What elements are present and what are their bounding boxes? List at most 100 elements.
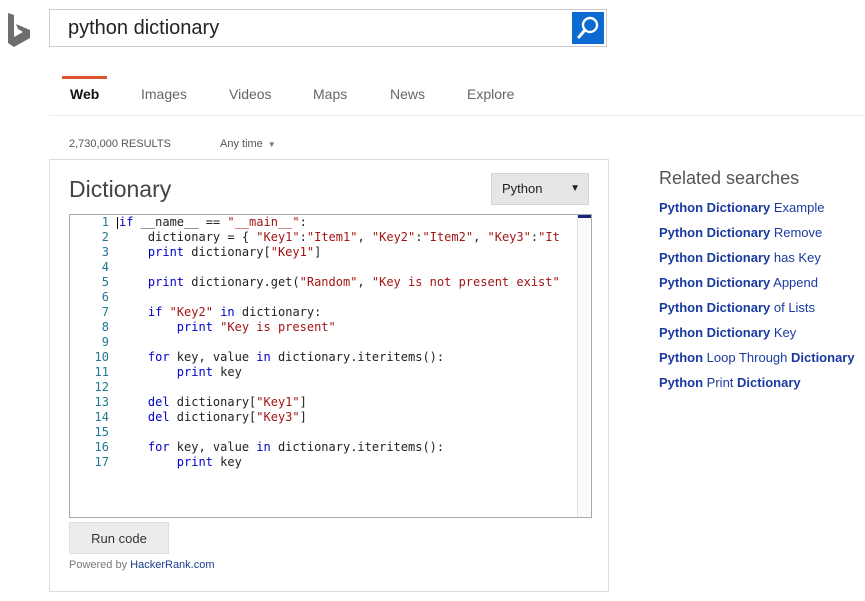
run-code-button[interactable]: Run code [69, 522, 169, 554]
related-searches: Related searches Python Dictionary Examp… [659, 168, 865, 399]
related-search-link[interactable]: Python Dictionary of Lists [659, 299, 865, 324]
code-text: key [212, 455, 242, 469]
line-number: 7 [101, 305, 109, 319]
card-title: Dictionary [69, 176, 172, 202]
tab-web[interactable]: Web [70, 86, 99, 102]
code-line: 6 [70, 290, 577, 305]
line-number: 14 [94, 410, 109, 424]
related-search-match: Python Dictionary [659, 275, 771, 290]
code-line: 13 del dictionary["Key1"] [70, 395, 577, 410]
code-text: dictionary: [234, 305, 322, 319]
line-number: 3 [101, 245, 109, 259]
code-text: , [357, 230, 372, 244]
code-editor[interactable]: 1 if __name__ == "__main__": 2 dictionary … [69, 214, 592, 518]
code-string: "Key1" [256, 230, 300, 244]
code-line: 10 for key, value in dictionary.iteritem… [70, 350, 577, 365]
code-text: dictionary.iteritems(): [270, 440, 445, 454]
tab-videos[interactable]: Videos [229, 86, 272, 102]
related-search-text: Example [770, 200, 825, 215]
time-filter-dropdown[interactable]: Any time ▼ [220, 138, 276, 150]
code-line: 12 [70, 380, 577, 395]
code-keyword: del [119, 395, 170, 409]
line-code: dictionary = { "Key1":"Item1", "Key2":"I… [119, 230, 560, 245]
powered-by-label: Powered by [69, 559, 131, 571]
related-search-link[interactable]: Python Dictionary Key [659, 324, 865, 349]
code-text: dictionary[ [169, 410, 257, 424]
powered-by: Powered by HackerRank.com [69, 559, 215, 571]
code-answer-card: Dictionary Python ▼ 1 if __name__ == "__m… [49, 159, 609, 592]
line-code: print key [119, 365, 242, 380]
related-search-match: Python [659, 350, 704, 365]
line-number: 6 [101, 290, 109, 304]
line-number: 1 [101, 215, 109, 229]
code-keyword: print [119, 275, 185, 289]
related-search-text: Print [703, 375, 738, 390]
code-keyword: if [119, 305, 163, 319]
tab-maps[interactable]: Maps [313, 86, 347, 102]
tab-images[interactable]: Images [141, 86, 187, 102]
line-number: 13 [94, 395, 109, 409]
code-text: __name__ == [133, 215, 228, 229]
code-string: "Key is present" [220, 320, 336, 334]
code-keyword: print [119, 365, 213, 379]
related-search-match: Python Dictionary [659, 250, 771, 265]
hackerrank-link[interactable]: HackerRank.com [130, 559, 214, 571]
line-number: 16 [94, 440, 109, 454]
related-search-text: Remove [770, 225, 823, 240]
code-text: dictionary.get( [184, 275, 300, 289]
line-code: print dictionary.get("Random", "Key is n… [119, 275, 560, 290]
related-search-match: Dictionary [791, 350, 855, 365]
code-line: 3 print dictionary["Key1"] [70, 245, 577, 260]
line-code: if "Key2" in dictionary: [119, 305, 321, 320]
line-number: 11 [94, 365, 109, 379]
related-search-match: Python Dictionary [659, 325, 771, 340]
code-line: 1 if __name__ == "__main__": [70, 215, 577, 230]
line-code: if __name__ == "__main__": [119, 215, 307, 230]
related-search-link[interactable]: Python Dictionary has Key [659, 249, 865, 274]
time-filter-label: Any time [220, 138, 263, 150]
result-count: 2,730,000 RESULTS [69, 138, 171, 150]
related-search-link[interactable]: Python Dictionary Append [659, 274, 865, 299]
search-box[interactable]: python dictionary [49, 9, 607, 47]
related-searches-title: Related searches [659, 168, 800, 188]
code-keyword: for [119, 350, 170, 364]
language-select[interactable]: Python ▼ [491, 173, 589, 205]
line-code: print key [119, 455, 242, 470]
code-line: 16 for key, value in dictionary.iteritem… [70, 440, 577, 455]
related-search-link[interactable]: Python Dictionary Example [659, 199, 865, 224]
code-string: "Item1" [306, 230, 358, 244]
line-number: 5 [101, 275, 109, 289]
related-searches-list: Python Dictionary Example Python Dictiona… [659, 199, 865, 399]
related-search-link[interactable]: Python Dictionary Remove [659, 224, 865, 249]
search-button[interactable] [572, 12, 604, 44]
code-text: : [299, 230, 307, 244]
related-search-link[interactable]: Python Print Dictionary [659, 374, 865, 399]
code-keyword: in [256, 350, 271, 364]
code-text: key, value [169, 350, 257, 364]
line-code: del dictionary["Key3"] [119, 410, 307, 425]
line-code: for key, value in dictionary.iteritems()… [119, 350, 444, 365]
code-text: ] [299, 410, 307, 424]
bing-logo-icon[interactable] [6, 12, 34, 48]
tab-explore[interactable]: Explore [467, 86, 514, 102]
line-number: 8 [101, 320, 109, 334]
search-input[interactable]: python dictionary [68, 10, 219, 46]
related-search-match: Python [659, 375, 704, 390]
code-text: , [357, 275, 372, 289]
related-search-link[interactable]: Python Loop Through Dictionary [659, 349, 865, 374]
code-string: "Key2" [169, 305, 213, 319]
line-code: del dictionary["Key1"] [119, 395, 307, 410]
related-search-match: Python Dictionary [659, 225, 771, 240]
code-text: : [415, 230, 423, 244]
code-line: 11 print key [70, 365, 577, 380]
line-number: 4 [101, 260, 109, 274]
code-text: dictionary.iteritems(): [270, 350, 445, 364]
code-string: "Key1" [270, 245, 315, 259]
editor-scrollbar[interactable] [577, 215, 591, 517]
line-code: for key, value in dictionary.iteritems()… [119, 440, 444, 455]
code-line: 8 print "Key is present" [70, 320, 577, 335]
code-string: "It [538, 230, 560, 244]
tab-news[interactable]: News [390, 86, 425, 102]
editor-scrollbar-thumb[interactable] [578, 215, 591, 218]
related-search-text: of Lists [770, 300, 816, 315]
